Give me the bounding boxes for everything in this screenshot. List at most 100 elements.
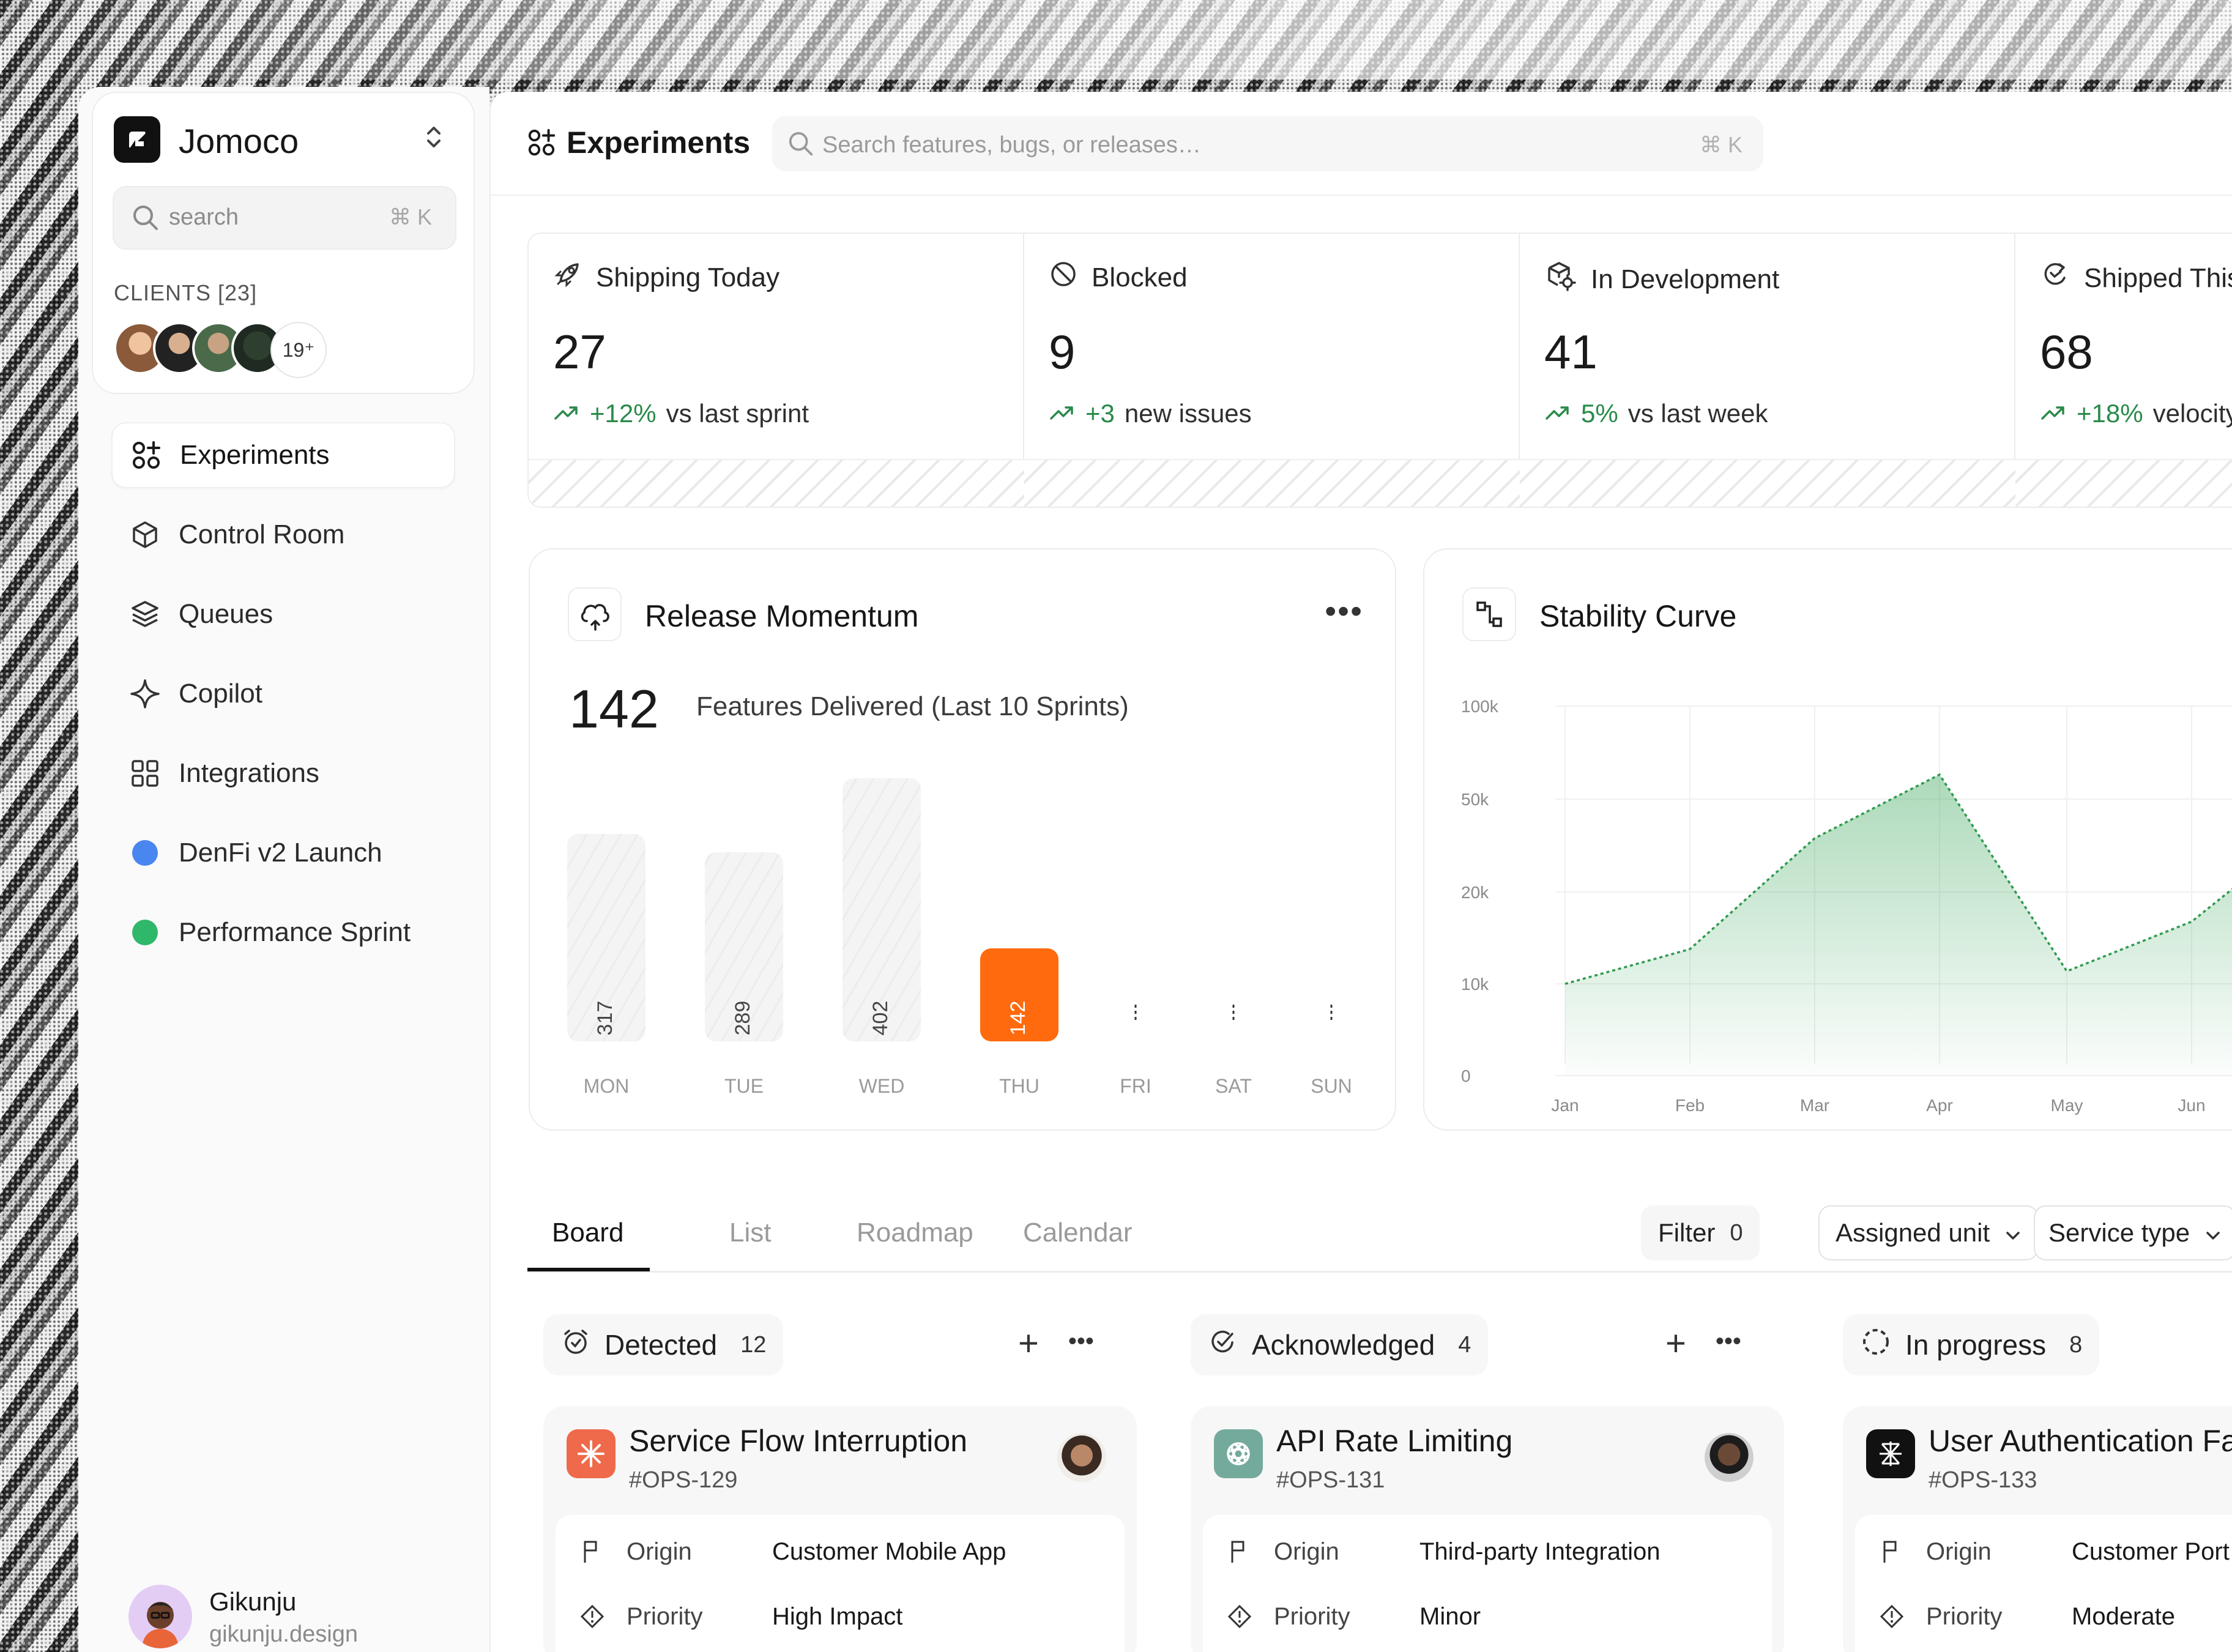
release-bar-chart: 317 MON 289 TUE 402 WED 142 THU FRI SAT SUN: [567, 778, 1352, 1097]
stat-hatch: [529, 459, 1024, 507]
priority-icon: [1880, 1604, 1926, 1629]
stat-card-in-development[interactable]: In Development 41 5% vs last week: [1520, 234, 2015, 507]
trend-up-icon: [1049, 399, 1076, 428]
workspace-switch-icon[interactable]: [423, 122, 444, 152]
task-id: #OPS-131: [1276, 1467, 1385, 1493]
chevron-down-icon: [2204, 1218, 2222, 1248]
stat-card-blocked[interactable]: Blocked 9 +3 new issues: [1024, 234, 1520, 507]
stat-hatch: [1024, 459, 1520, 507]
sidebar-item-integrations[interactable]: Integrations: [111, 740, 455, 806]
global-search-input[interactable]: Search features, bugs, or releases… ⌘ K: [772, 116, 1763, 171]
column-count: 8: [2069, 1331, 2083, 1358]
tab-calendar[interactable]: Calendar: [1023, 1218, 1133, 1248]
user-avatar[interactable]: [128, 1585, 192, 1648]
task-card[interactable]: Service Flow Interruption #OPS-129 Origi…: [543, 1406, 1137, 1652]
tab-roadmap[interactable]: Roadmap: [857, 1218, 973, 1248]
task-id: #OPS-133: [1929, 1467, 2037, 1493]
column-header[interactable]: In progress 8: [1843, 1314, 2100, 1375]
task-id: #OPS-129: [629, 1467, 738, 1493]
assigned-unit-dropdown[interactable]: Assigned unit: [1818, 1205, 2039, 1260]
task-origin: Third-party Integration: [1419, 1538, 1661, 1565]
experiments-icon: [526, 127, 557, 161]
tab-board[interactable]: Board: [552, 1218, 623, 1248]
stat-value: 68: [2040, 325, 2093, 379]
dropdown-label: Assigned unit: [1836, 1218, 1990, 1247]
knot-logo-icon: [1214, 1429, 1263, 1478]
more-options-icon[interactable]: •••: [1716, 1323, 1741, 1364]
sidebar-search-input[interactable]: search ⌘ K: [113, 186, 456, 250]
rocket-icon: [553, 259, 582, 296]
more-clients-badge[interactable]: 19⁺: [270, 322, 327, 378]
trend-up-icon: [2040, 399, 2067, 428]
blocked-icon: [1049, 259, 1078, 296]
priority-icon: [1227, 1604, 1274, 1629]
stats-strip: Shipping Today 27 +12% vs last sprint Bl…: [527, 233, 2232, 508]
tab-list[interactable]: List: [729, 1218, 771, 1248]
sidebar-item-performance-sprint[interactable]: Performance Sprint: [111, 899, 455, 966]
sidebar-item-label: Experiments: [180, 440, 330, 470]
column-title: Detected: [604, 1329, 718, 1361]
release-momentum-card: Release Momentum ••• 142 Features Delive…: [529, 548, 1396, 1131]
more-options-icon[interactable]: •••: [1068, 1323, 1094, 1364]
column-title: In progress: [1905, 1329, 2047, 1361]
task-title: User Authentication Fa: [1929, 1424, 2232, 1458]
column-header[interactable]: Acknowledged 4: [1191, 1314, 1489, 1375]
chevron-down-icon: [2004, 1218, 2022, 1248]
sidebar-item-control-room[interactable]: Control Room: [111, 502, 455, 568]
service-type-dropdown[interactable]: Service type: [2034, 1205, 2232, 1260]
global-search-shortcut: ⌘ K: [1699, 132, 1743, 157]
sidebar-item-denfi-v2-launch[interactable]: DenFi v2 Launch: [111, 820, 455, 886]
filter-count: 0: [1730, 1219, 1743, 1246]
global-search-placeholder: Search features, bugs, or releases…: [822, 132, 1201, 158]
sidebar: Jomoco search ⌘ K CLIENTS [23] 19⁺ Exper…: [78, 87, 489, 1652]
task-card[interactable]: API Rate Limiting #OPS-131 Origin Third-…: [1191, 1406, 1784, 1652]
main-content: Experiments Search features, bugs, or re…: [489, 92, 2232, 1652]
flag-icon: [580, 1539, 627, 1564]
stability-area-chart: 0 10k 20k 50k 100k Jan Feb Mar Apr May Jun: [1461, 697, 2232, 1115]
add-icon[interactable]: +: [1018, 1323, 1039, 1364]
stat-note: vs last sprint: [666, 399, 809, 428]
stat-value: 27: [553, 325, 606, 379]
sparkle-icon: [111, 677, 179, 711]
assignee-avatar[interactable]: [1705, 1433, 1754, 1482]
task-card[interactable]: User Authentication Fa #OPS-133 Origin C…: [1843, 1406, 2232, 1652]
x-tick-label: Jun: [2178, 1096, 2205, 1115]
clients-label: CLIENTS [23]: [114, 280, 258, 305]
layers-icon: [111, 598, 179, 630]
sidebar-item-queues[interactable]: Queues: [111, 581, 455, 647]
sidebar-item-copilot[interactable]: Copilot: [111, 661, 455, 727]
column-header[interactable]: Detected 12: [543, 1314, 784, 1375]
workspace-card: Jomoco search ⌘ K CLIENTS [23] 19⁺: [92, 92, 475, 394]
add-icon[interactable]: +: [1665, 1323, 1686, 1364]
assignee-avatar[interactable]: [1057, 1433, 1106, 1482]
x-tick-label: Jan: [1551, 1096, 1579, 1115]
stat-card-shipping-today[interactable]: Shipping Today 27 +12% vs last sprint: [529, 234, 1024, 507]
trend-up-icon: [553, 399, 580, 428]
sidebar-search-shortcut: ⌘ K: [389, 204, 432, 229]
experiments-icon: [113, 439, 180, 471]
brand-logo-icon: [1866, 1429, 1915, 1478]
x-tick-label: May: [2051, 1096, 2083, 1115]
filter-label: Filter: [1658, 1218, 1716, 1247]
x-tick-label: Mar: [1800, 1096, 1829, 1115]
stat-card-shipped-this[interactable]: Shipped This 68 +18% velocity: [2015, 234, 2232, 507]
workspace-logo[interactable]: [114, 116, 160, 163]
column-count: 4: [1458, 1331, 1471, 1358]
bar-value-label: 142: [1006, 1001, 1030, 1036]
task-priority: Moderate: [2072, 1602, 2175, 1630]
prop-label: Priority: [1274, 1602, 1350, 1630]
task-priority: High Impact: [772, 1602, 903, 1630]
sidebar-item-label: Integrations: [179, 758, 319, 788]
project-color-dot: [132, 840, 158, 866]
stat-value: 41: [1544, 325, 1598, 379]
filter-button[interactable]: Filter 0: [1641, 1205, 1760, 1260]
trend-up-icon: [1544, 399, 1571, 428]
prop-label: Origin: [1926, 1538, 1992, 1565]
task-origin: Customer Mobile App: [772, 1538, 1006, 1565]
dev-gears-icon: [1544, 259, 1577, 299]
bar-value-label: 317: [593, 1001, 617, 1036]
x-tick-label: THU: [999, 1075, 1040, 1097]
sidebar-item-label: Performance Sprint: [179, 917, 411, 947]
sidebar-item-experiments[interactable]: Experiments: [111, 422, 455, 488]
stat-delta: +12%: [590, 399, 657, 428]
